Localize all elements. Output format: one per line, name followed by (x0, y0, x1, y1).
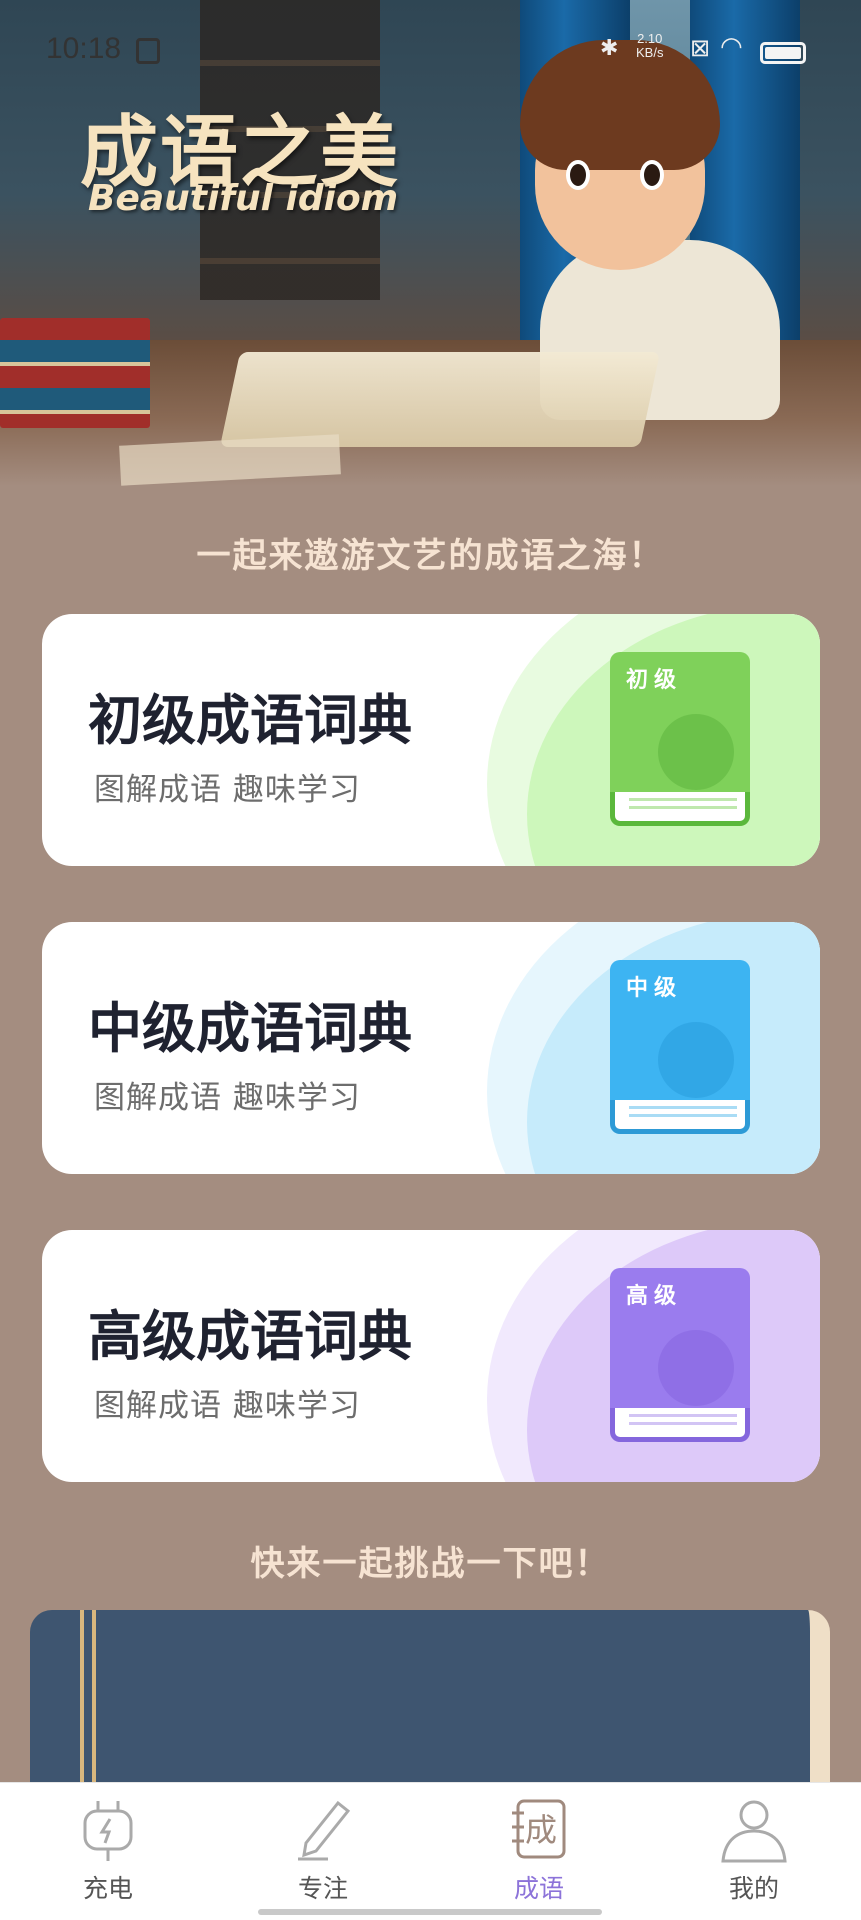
status-time: 10:18 (46, 32, 122, 65)
card-title: 高级成语词典 (88, 1305, 412, 1368)
tab-label: 专注 (297, 1874, 348, 1903)
status-bar: 10:18 ✱ 2.10 KB/s ⊠ ◠ (0, 28, 861, 76)
tab-idiom[interactable]: 成 成语 (469, 1797, 609, 1907)
card-beginner-dictionary[interactable]: 初级成语词典 图解成语 趣味学习 初级 (42, 614, 820, 866)
boy-illustration (500, 40, 800, 420)
card-subtitle: 图解成语 趣味学习 (94, 1388, 361, 1424)
advanced-book-icon: 高级 (610, 1268, 750, 1446)
card-intermediate-dictionary[interactable]: 中级成语词典 图解成语 趣味学习 中级 (42, 922, 820, 1174)
tab-label: 充电 (82, 1874, 133, 1903)
card-subtitle: 图解成语 趣味学习 (94, 772, 361, 808)
wifi-icon: ◠ (720, 32, 743, 62)
section-title: 一起来遨游文艺的成语之海！ (196, 536, 665, 576)
card-advanced-dictionary[interactable]: 高级成语词典 图解成语 趣味学习 高级 (42, 1230, 820, 1482)
fountain-pen-icon (658, 1022, 734, 1098)
tab-label: 我的 (728, 1874, 779, 1903)
signal-icons: ✱ (600, 36, 618, 61)
card-title: 初级成语词典 (88, 689, 412, 752)
microscope-icon (658, 714, 734, 790)
home-indicator[interactable] (258, 1909, 602, 1915)
pen-icon (288, 1797, 358, 1863)
sim-card-icon (136, 38, 160, 64)
book-stack-illustration (0, 318, 150, 428)
idiom-icon-char: 成 (525, 1811, 557, 1849)
no-sim-icon: ⊠ (690, 34, 711, 62)
intermediate-book-icon: 中级 (610, 960, 750, 1138)
book-label: 中级 (626, 976, 683, 1001)
card-title: 中级成语词典 (88, 997, 412, 1060)
person-icon (719, 1797, 789, 1863)
tab-focus[interactable]: 专注 (253, 1797, 393, 1907)
network-speed-value: 2.10 (637, 31, 663, 46)
tab-mine[interactable]: 我的 (684, 1797, 824, 1907)
open-book-illustration (219, 352, 661, 447)
beginner-book-icon: 初级 (610, 652, 750, 830)
book-label: 初级 (626, 668, 683, 693)
card-subtitle: 图解成语 趣味学习 (94, 1080, 361, 1116)
bottom-tab-bar: 充电 专注 成 成语 我的 (0, 1782, 861, 1920)
book-label: 高级 (626, 1284, 683, 1309)
idiom-book-icon: 成 (504, 1797, 574, 1863)
battery-icon (760, 42, 806, 64)
network-speed-unit: KB/s (636, 45, 664, 60)
plug-icon (73, 1797, 143, 1863)
hero-subtitle: Beautiful idiom (88, 178, 399, 219)
section-title: 快来一起挑战一下吧！ (250, 1544, 611, 1584)
network-speed: 2.10 KB/s (636, 32, 663, 60)
bluetooth-icon: ✱ (600, 36, 619, 61)
tab-charge[interactable]: 充电 (38, 1797, 178, 1907)
notebook-icon (658, 1330, 734, 1406)
tab-label: 成语 (513, 1874, 564, 1903)
